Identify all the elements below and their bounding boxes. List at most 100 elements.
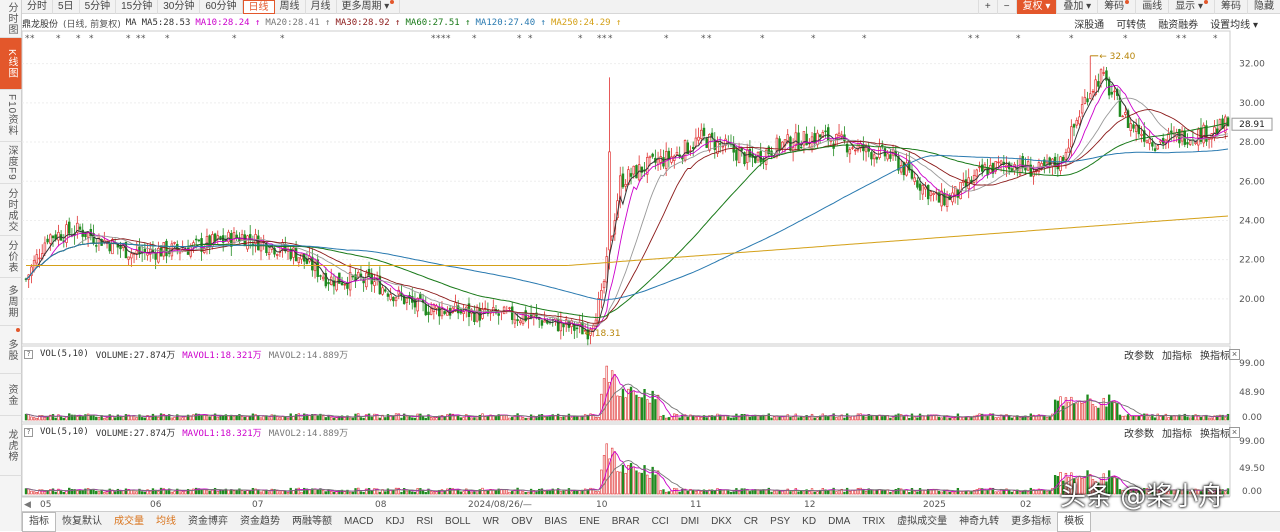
volume-bar [1121,415,1124,421]
volume-tick-label: 49.50 [1239,464,1265,474]
indicator-tab-1[interactable]: 恢复默认 [56,513,108,531]
volume-bar [778,416,781,421]
help-icon[interactable]: ? [24,349,33,359]
candle-body [872,154,876,160]
indicator-tab-25[interactable]: 神奇九转 [953,513,1005,531]
candle-body [918,183,922,191]
candle-body [851,147,854,149]
volume-bar [524,492,527,495]
volume-bar [1089,398,1092,421]
indicator-tab-14[interactable]: ENE [573,513,606,531]
volume-bar [529,414,533,421]
volume-bar [1048,490,1051,495]
indicator-tab-11[interactable]: WR [477,513,506,531]
candle-body [562,323,565,328]
candle-body [810,136,814,151]
volume-bar [240,490,244,495]
volume-bar [635,394,638,421]
volume-bar [951,417,954,421]
candle-body [194,238,198,241]
candle-body [694,137,698,147]
indicator-tab-6[interactable]: 两融等额 [286,513,338,531]
indicator-tab-2[interactable]: 成交量 [108,513,150,531]
indicator-tab-17[interactable]: DMI [675,513,705,531]
indicator-tab-12[interactable]: OBV [505,513,538,531]
candle-body [189,246,192,257]
indicator-tab-27[interactable]: 模板 [1057,511,1092,532]
volume-tool-1[interactable]: 加指标 [1162,425,1192,440]
volume-tool-1[interactable]: 加指标 [1162,347,1192,362]
indicator-tab-16[interactable]: CCI [646,513,675,531]
volume-bar [632,466,635,495]
indicator-tab-24[interactable]: 虚拟成交量 [891,513,953,531]
indicator-tab-19[interactable]: CR [738,513,764,531]
volume-bar [727,490,730,495]
volume-bar [759,415,762,421]
volume-legend-item: MAVOL1:18.321万 [182,350,262,361]
volume-bar [816,491,819,495]
volume-bar [570,417,573,421]
indicator-tab-5[interactable]: 资金趋势 [234,513,286,531]
candle-body [351,275,355,278]
ma10-line [25,84,1229,330]
volume-bar [308,415,311,421]
volume-bar [27,488,30,495]
volume-bar [881,490,884,495]
date-tick-label: 10 [596,500,608,510]
volume-bar [1175,415,1178,421]
volume-bar [211,489,214,495]
volume-tool-0[interactable]: 改参数 [1124,347,1154,362]
candle-body [816,132,819,146]
candle-body [57,232,60,241]
candle-body [702,127,706,136]
event-marker: * [975,34,980,44]
volume-bar [132,415,136,421]
close-icon[interactable]: × [1229,349,1240,360]
volume-bar [527,417,530,421]
candle-body [1083,96,1087,104]
indicator-tab-0[interactable]: 指标 [22,511,56,532]
volume-bar [216,416,219,421]
event-marker: * [608,34,613,44]
indicator-tab-18[interactable]: DKX [705,513,738,531]
volume-tool-2[interactable]: 换指标 [1200,425,1230,440]
event-marker: * [602,34,607,44]
indicator-tab-20[interactable]: PSY [764,513,796,531]
event-marker: * [1123,34,1128,44]
volume-bar [170,491,174,495]
volume-bar [567,413,571,421]
volume-tool-2[interactable]: 换指标 [1200,347,1230,362]
candle-body [799,146,803,149]
indicator-tab-15[interactable]: BRAR [606,513,646,531]
candle-body [146,253,149,256]
close-icon[interactable]: × [1229,427,1240,438]
indicator-tab-3[interactable]: 均线 [150,513,182,531]
volume-bar [446,414,449,421]
indicator-tab-9[interactable]: RSI [410,513,439,531]
indicator-tab-26[interactable]: 更多指标 [1005,513,1057,531]
indicator-tab-13[interactable]: BIAS [538,513,573,531]
indicator-tab-10[interactable]: BOLL [439,513,477,531]
candle-body [940,190,943,207]
volume-bar [232,490,236,495]
volume-bar [332,491,336,495]
candle-body [937,192,941,203]
indicator-tab-4[interactable]: 资金博弈 [182,513,234,531]
volume-bar [716,413,719,421]
candle-body [1102,72,1105,74]
volume-tool-0[interactable]: 改参数 [1124,425,1154,440]
indicator-tab-7[interactable]: MACD [338,513,379,531]
indicator-tab-22[interactable]: DMA [822,513,856,531]
volume-bar [808,491,811,495]
volume-bar [864,490,868,495]
help-icon[interactable]: ? [24,427,33,437]
volume-bar [411,491,414,495]
indicator-tab-8[interactable]: KDJ [379,513,410,531]
event-marker: * [30,34,35,44]
indicator-tab-23[interactable]: TRIX [856,513,891,531]
indicator-tab-21[interactable]: KD [796,513,822,531]
event-marker: * [1182,34,1187,44]
volume-bar [130,489,133,495]
volume-bar [62,417,65,421]
candle-body [818,134,822,138]
